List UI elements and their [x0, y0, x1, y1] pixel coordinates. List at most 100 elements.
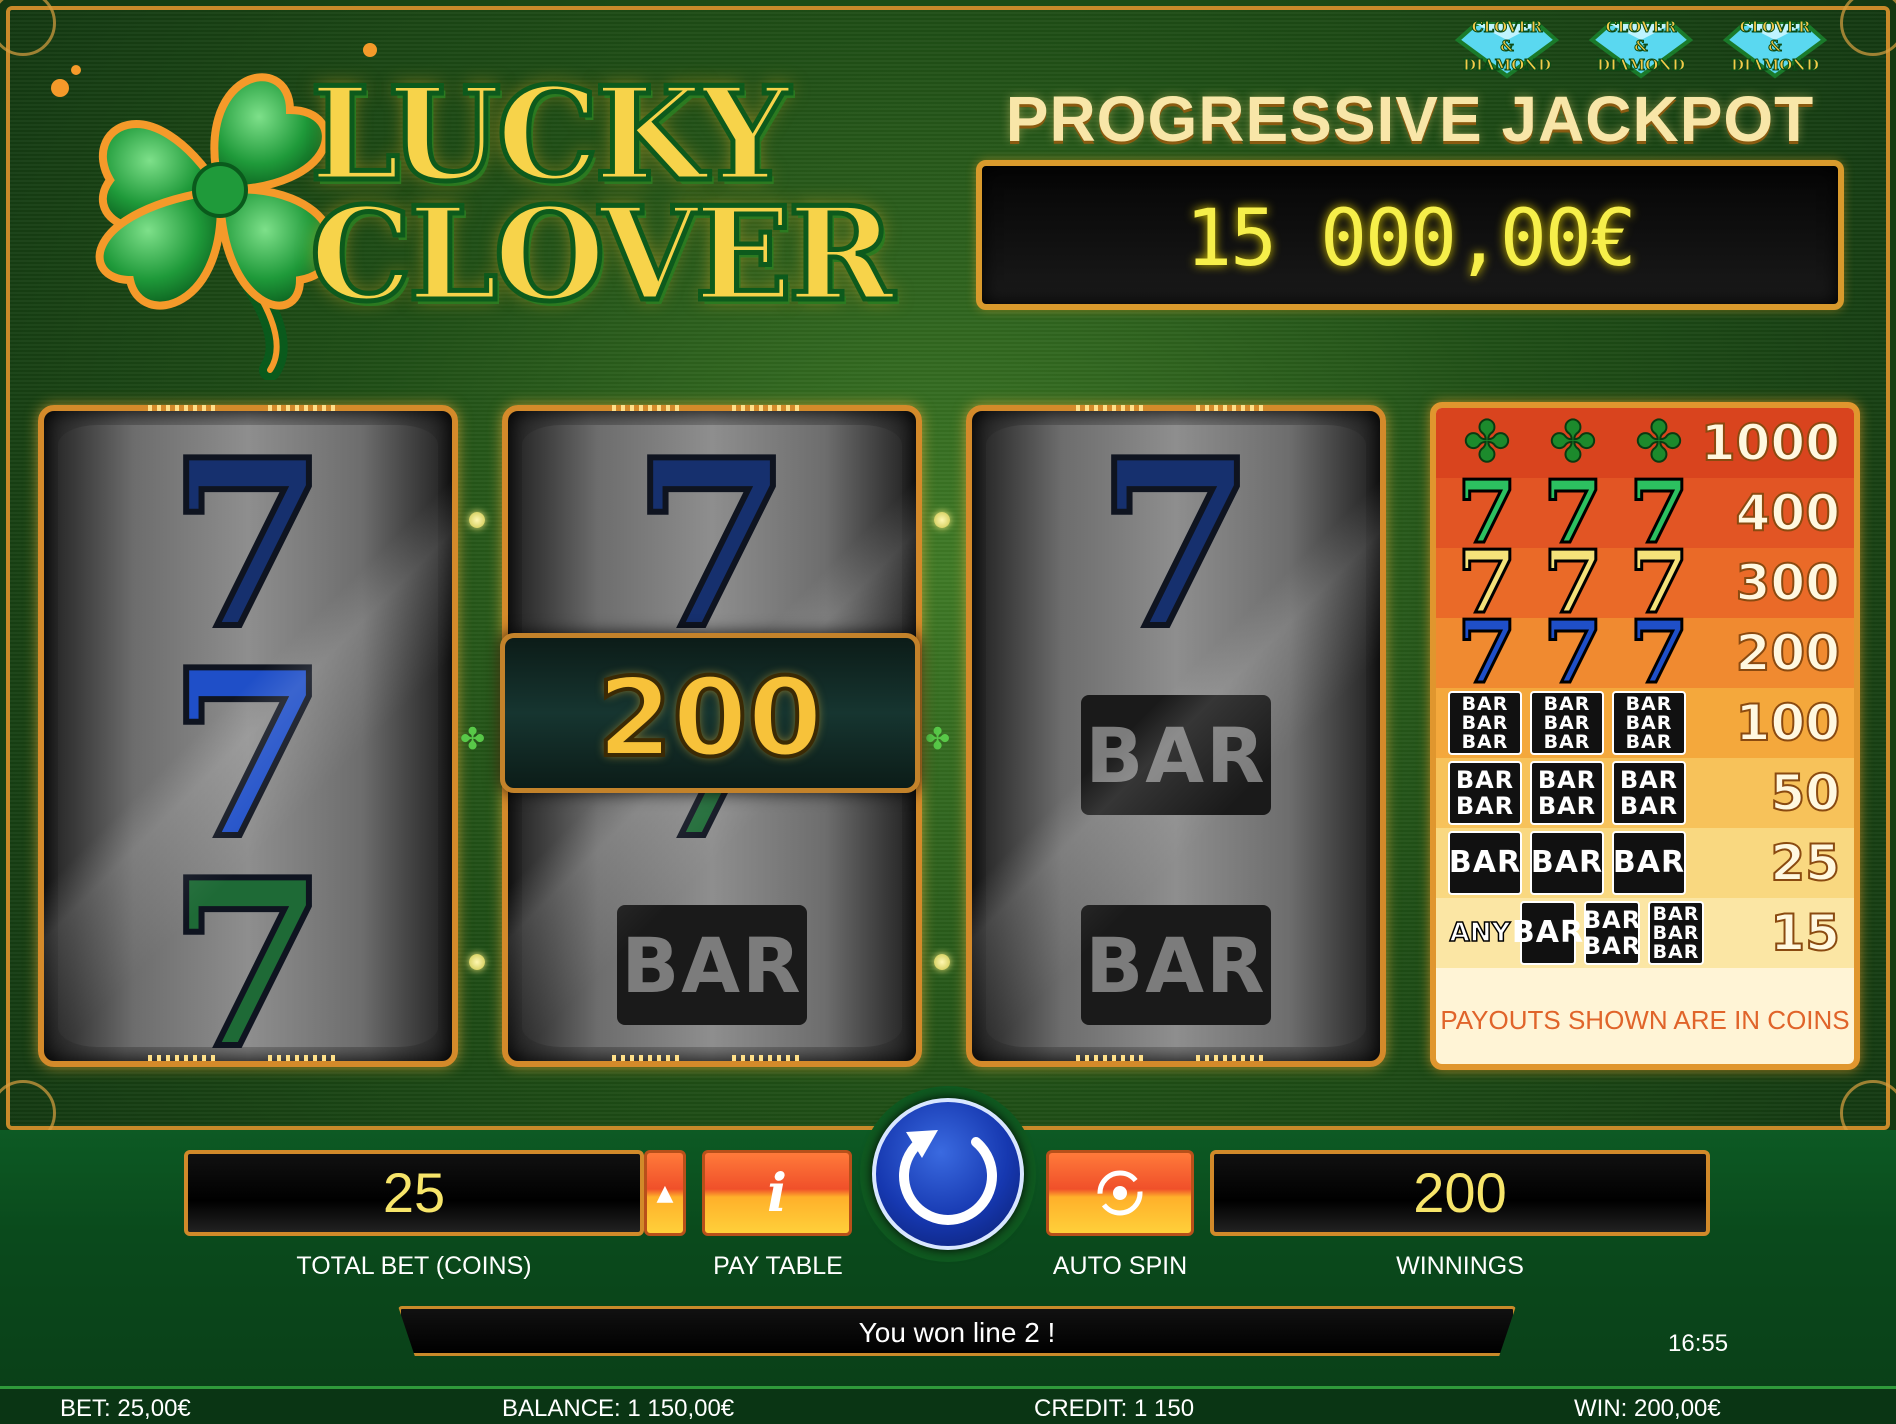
- paytable-payout: 200: [1735, 623, 1841, 683]
- game-title: LUCKY CLOVER: [307, 60, 896, 330]
- paytable-payout: 50: [1769, 763, 1841, 823]
- pay-table-label: PAY TABLE: [713, 1252, 843, 1280]
- bar-text: BAR: [1455, 766, 1515, 794]
- badge-text: CLOVER & DIAMOND: [1580, 18, 1702, 75]
- bar-text: BAR: [1461, 711, 1509, 734]
- single-bar-symbol: BAR: [1612, 831, 1686, 895]
- single-bar-symbol: BAR: [1512, 901, 1583, 965]
- jackpot-display: 15 000,00€: [976, 160, 1844, 310]
- reel-light-strip: [148, 1055, 218, 1061]
- paytable-panel: ✤ ✤ ✤ 1000 7 7 7 400 7 7 7 300 7 7 7 200 BAR BAR BAR BAR BAR…: [1430, 402, 1860, 1070]
- bar-text: BAR: [1511, 915, 1585, 950]
- bar-text: BAR: [1625, 730, 1673, 753]
- seven-symbol: 7: [1456, 602, 1519, 703]
- game-logo: LUCKY CLOVER: [40, 20, 897, 380]
- badge-text: CLOVER & DIAMOND: [1446, 18, 1568, 75]
- badge-text-line: &: [1634, 37, 1649, 56]
- triple-bar-symbol: BAR BAR BAR: [1530, 691, 1604, 755]
- seven-symbol: 7: [165, 620, 331, 890]
- ornament-top-right: [1840, 0, 1896, 56]
- jackpot-value: 15 000,00€: [1185, 194, 1637, 284]
- triple-bar-symbol: BAR BAR BAR: [1448, 691, 1522, 755]
- reel-light-strip: [268, 405, 338, 411]
- reel-symbol-bar: BAR: [508, 865, 916, 1061]
- badge-text-line: DIAMOND: [1596, 56, 1686, 75]
- reel-symbol-seven-blue-dark: 7: [972, 427, 1380, 663]
- badge-text-line: CLOVER: [1739, 18, 1811, 37]
- bar-symbol: BAR: [1081, 695, 1271, 815]
- paytable-symbols: ANY BAR BAR BAR BAR BAR BAR: [1448, 901, 1704, 965]
- bar-text: BAR: [1461, 730, 1509, 753]
- bar-text: BAR: [1612, 845, 1686, 880]
- paytable-row-triple-bar: BAR BAR BAR BAR BAR BAR BAR BAR BAR 100: [1436, 688, 1854, 758]
- paytable-row-seven-blue: 7 7 7 200: [1436, 602, 1854, 703]
- paytable-row-single-bar: BAR BAR BAR 25: [1436, 828, 1854, 898]
- bar-text: BAR: [1543, 692, 1591, 715]
- bar-symbol: BAR: [617, 905, 807, 1025]
- game-title-line-1: LUCKY: [307, 60, 792, 210]
- seven-symbol: 7: [165, 410, 331, 680]
- reel-3: 7 BAR BAR: [966, 405, 1386, 1067]
- separator-dot: [934, 954, 950, 970]
- spin-button[interactable]: [872, 1098, 1024, 1250]
- paytable-payout: 25: [1769, 833, 1841, 893]
- game-title-line-2: CLOVER: [307, 180, 896, 330]
- winnings-label: WINNINGS: [1396, 1252, 1524, 1280]
- single-bar-symbol: BAR: [1530, 831, 1604, 895]
- reel-symbol-bar: BAR: [972, 655, 1380, 855]
- spin-arrow-icon: [899, 1130, 997, 1225]
- bar-text: BAR: [1625, 692, 1673, 715]
- bar-text: BAR: [1652, 921, 1700, 944]
- bar-text: BAR: [1652, 940, 1700, 963]
- paytable-payout: 15: [1769, 903, 1841, 963]
- clover-diamond-badge-1: CLOVER & DIAMOND: [1446, 18, 1568, 80]
- double-bar-symbol: BAR BAR: [1530, 761, 1604, 825]
- bar-text: BAR: [1625, 711, 1673, 734]
- badge-text-line: CLOVER: [1471, 18, 1543, 37]
- separator-clover-icon: ✤: [925, 722, 951, 757]
- bar-text: BAR: [1455, 792, 1515, 820]
- paytable-symbols: BAR BAR BAR: [1448, 831, 1686, 895]
- auto-spin-button[interactable]: [1046, 1150, 1194, 1236]
- clover-diamond-badge-3: CLOVER & DIAMOND: [1714, 18, 1836, 80]
- bar-text: BAR: [1543, 711, 1591, 734]
- paytable-symbols: BAR BAR BAR BAR BAR BAR BAR BAR BAR: [1448, 691, 1686, 755]
- game-screen: LUCKY CLOVER CLOVER & DIAMOND CLOVER & DIAMON…: [0, 0, 1896, 1424]
- bar-text: BAR: [1530, 845, 1604, 880]
- bar-text: BAR: [1537, 766, 1597, 794]
- jackpot-title: PROGRESSIVE JACKPOT: [1005, 83, 1815, 155]
- reel-symbol-seven-blue-dark: 7: [508, 427, 916, 663]
- auto-spin-label: AUTO SPIN: [1052, 1252, 1188, 1280]
- reel-symbol-seven-green: 7: [44, 847, 452, 1061]
- bar-text: BAR: [1461, 692, 1509, 715]
- line-win-banner: 200: [500, 633, 920, 793]
- reel-1: 777: [38, 405, 458, 1067]
- badge-text-line: DIAMOND: [1730, 56, 1820, 75]
- win-readout: WIN: 200,00€: [1574, 1395, 1721, 1422]
- bar-text: BAR: [1448, 845, 1522, 880]
- reel-light-strip: [612, 1055, 682, 1061]
- paytable-payout: 400: [1735, 483, 1841, 543]
- double-bar-symbol: BAR BAR: [1448, 761, 1522, 825]
- paytable-payout: 100: [1735, 693, 1841, 753]
- separator-dot: [469, 954, 485, 970]
- reel-light-strip: [1196, 1055, 1266, 1061]
- paytable-payout: 1000: [1700, 413, 1841, 473]
- reel-light-strip: [732, 1055, 802, 1061]
- triple-bar-symbol: BAR BAR BAR: [1612, 691, 1686, 755]
- pay-table-button[interactable]: i: [702, 1150, 852, 1236]
- status-bar: You won line 2 !: [398, 1306, 1516, 1356]
- arrow-up-icon: ▲: [656, 1180, 674, 1206]
- badge-text-line: &: [1768, 37, 1783, 56]
- increase-bet-button[interactable]: ▲: [644, 1150, 686, 1236]
- status-message: You won line 2 !: [858, 1317, 1056, 1348]
- reel-light-strip: [1076, 1055, 1146, 1061]
- separator-dot: [934, 512, 950, 528]
- reel-light-strip: [612, 405, 682, 411]
- seven-symbol: 7: [1542, 602, 1605, 703]
- paytable-row-double-bar: BAR BAR BAR BAR BAR BAR 50: [1436, 758, 1854, 828]
- double-bar-symbol: BAR BAR: [1583, 901, 1640, 965]
- badge-text-line: &: [1500, 37, 1515, 56]
- total-bet-display: 25: [184, 1150, 644, 1236]
- bar-text: BAR: [1537, 792, 1597, 820]
